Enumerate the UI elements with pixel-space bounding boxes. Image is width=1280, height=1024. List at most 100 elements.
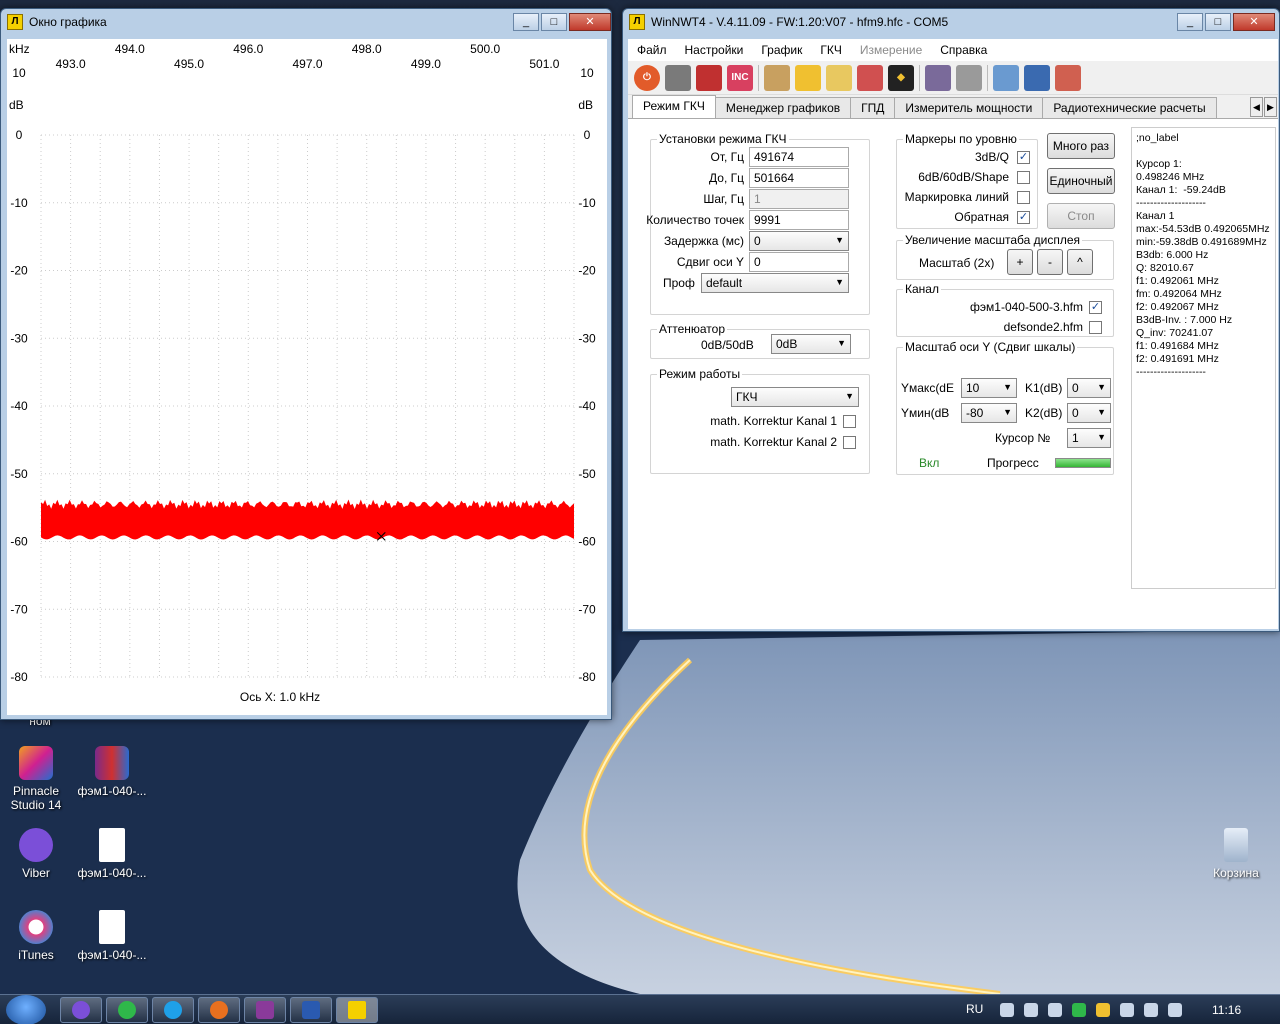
clock[interactable]: 11:16 — [1212, 1003, 1241, 1017]
save-icon[interactable] — [1024, 64, 1050, 91]
printer-red-icon[interactable] — [696, 64, 722, 91]
menu-help[interactable]: Справка — [931, 43, 996, 57]
tray-icon[interactable] — [1096, 1003, 1110, 1017]
desktop-icon-recycle-bin[interactable]: Корзина — [1196, 828, 1276, 880]
menu-measure[interactable]: Измерение — [851, 43, 931, 57]
chart-yellow-icon[interactable] — [795, 64, 821, 91]
taskbar-whatsapp[interactable] — [106, 997, 148, 1023]
single-sweep-button[interactable]: Единочный — [1047, 168, 1115, 194]
k1-combo[interactable]: 0 ▼ — [1067, 378, 1111, 398]
marker-6db-checkbox[interactable] — [1017, 171, 1030, 184]
volume-icon[interactable] — [1168, 1003, 1182, 1017]
multi-sweep-button[interactable]: Много раз — [1047, 133, 1115, 159]
tray-icon[interactable] — [1024, 1003, 1038, 1017]
winnwt-titlebar[interactable]: Л WinNWT4 - V.4.11.09 - FW:1.20:V07 - hf… — [623, 9, 1279, 35]
network-icon[interactable] — [1144, 1003, 1158, 1017]
zoom-up-button[interactable]: ^ — [1067, 249, 1093, 275]
viber-icon — [72, 1001, 90, 1019]
desktop-icon-viber[interactable]: Viber — [0, 828, 76, 880]
taskbar-viber[interactable] — [60, 997, 102, 1023]
desktop-icon-file-2[interactable]: фэм1-040-... — [72, 910, 152, 962]
open-folder-icon[interactable] — [993, 64, 1019, 91]
power-icon[interactable]: ⏻ — [634, 64, 660, 91]
from-field[interactable]: 491674 — [749, 147, 849, 167]
mode-title: Режим работы — [657, 367, 743, 381]
points-field[interactable]: 9991 — [749, 210, 849, 230]
minimize-button[interactable]: _ — [513, 13, 539, 31]
menu-settings[interactable]: Настройки — [676, 43, 753, 57]
taskbar-firefox[interactable] — [198, 997, 240, 1023]
flag-icon[interactable] — [1120, 1003, 1134, 1017]
calibrate-2-icon[interactable] — [956, 64, 982, 91]
tray-icon[interactable] — [1048, 1003, 1062, 1017]
desktop-icon-archive[interactable]: фэм1-040-... — [72, 746, 152, 798]
close-button[interactable]: ✕ — [569, 13, 611, 31]
start-button[interactable] — [6, 995, 46, 1024]
line-marking-checkbox[interactable] — [1017, 191, 1030, 204]
tab-sweep-mode[interactable]: Режим ГКЧ — [632, 95, 716, 118]
penguin-icon[interactable]: ◆ — [888, 64, 914, 91]
zoom-plus-button[interactable]: + — [1007, 249, 1033, 275]
app-icon: Л — [629, 14, 645, 30]
taskbar-winnwt[interactable] — [336, 997, 378, 1023]
desktop-icon-itunes[interactable]: iTunes — [0, 910, 76, 962]
taskbar-winrar[interactable] — [244, 997, 286, 1023]
x-tick-label-upper: 496.0 — [233, 42, 263, 56]
tab-vfo[interactable]: ГПД — [850, 97, 896, 118]
printer-icon[interactable] — [665, 64, 691, 91]
k2-combo[interactable]: 0 ▼ — [1067, 403, 1111, 423]
correction-2-checkbox[interactable] — [843, 436, 856, 449]
profile-combo[interactable]: default ▼ — [701, 273, 849, 293]
tools-icon[interactable] — [764, 64, 790, 91]
close-button[interactable]: ✕ — [1233, 13, 1275, 31]
ymin-combo[interactable]: -80 ▼ — [961, 403, 1017, 423]
to-field[interactable]: 501664 — [749, 168, 849, 188]
menu-graph[interactable]: График — [752, 43, 811, 57]
to-label: До, Гц — [709, 171, 744, 185]
x-unit-label: kHz — [9, 42, 30, 56]
desktop-icon-file-1[interactable]: фэм1-040-... — [72, 828, 152, 880]
inverse-checkbox[interactable]: ✓ — [1017, 211, 1030, 224]
cursor-combo[interactable]: 1 ▼ — [1067, 428, 1111, 448]
language-indicator[interactable]: RU — [966, 1002, 983, 1016]
zoom-minus-button[interactable]: - — [1037, 249, 1063, 275]
recycle-bin-icon — [1224, 828, 1248, 862]
itunes-icon — [19, 910, 53, 944]
graph-window-titlebar[interactable]: Л Окно графика _ □ ✕ — [1, 9, 611, 35]
inc-exp-icon[interactable]: INC — [727, 64, 753, 91]
probe-icon[interactable] — [857, 64, 883, 91]
tab-power-meter[interactable]: Измеритель мощности — [894, 97, 1044, 118]
file-icon — [99, 910, 125, 944]
yshift-field[interactable]: 0 — [749, 252, 849, 272]
tab-scroll-left[interactable]: ◀ — [1250, 97, 1263, 117]
attenuator-combo[interactable]: 0dB ▼ — [771, 334, 851, 354]
tab-rf-calculations[interactable]: Радиотехнические расчеты — [1042, 97, 1217, 118]
correction-1-checkbox[interactable] — [843, 415, 856, 428]
maximize-button[interactable]: □ — [541, 13, 567, 31]
taskbar-word[interactable] — [290, 997, 332, 1023]
minimize-button[interactable]: _ — [1177, 13, 1203, 31]
clear-icon[interactable] — [1055, 64, 1081, 91]
desktop-icon-pinnacle[interactable]: Pinnacle Studio 14 — [0, 746, 76, 812]
k1-label: K1(dB) — [1025, 381, 1063, 395]
sweep-settings-group: Установки режима ГКЧ От, Гц 491674 До, Г… — [646, 132, 870, 315]
menu-file[interactable]: Файл — [628, 43, 676, 57]
tray-icon[interactable] — [1072, 1003, 1086, 1017]
menu-sweep[interactable]: ГКЧ — [811, 43, 851, 57]
grid-yellow-icon[interactable] — [826, 64, 852, 91]
calibrate-icon[interactable] — [925, 64, 951, 91]
ymax-combo[interactable]: 10 ▼ — [961, 378, 1017, 398]
channel-1-checkbox[interactable]: ✓ — [1089, 301, 1102, 314]
mode-combo[interactable]: ГКЧ ▼ — [731, 387, 859, 407]
tab-graph-manager[interactable]: Менеджер графиков — [714, 97, 852, 118]
step-field[interactable]: 1 — [749, 189, 849, 209]
taskbar-skype[interactable] — [152, 997, 194, 1023]
delay-combo[interactable]: 0 ▼ — [749, 231, 849, 251]
tab-scroll-right[interactable]: ▶ — [1264, 97, 1277, 117]
tray-icon[interactable] — [1000, 1003, 1014, 1017]
graph-canvas[interactable]: kHz dB dB 494.0 496.0 498.0 500.0 493.0 495.0 497… — [7, 39, 607, 715]
maximize-button[interactable]: □ — [1205, 13, 1231, 31]
channel-2-checkbox[interactable] — [1089, 321, 1102, 334]
marker-3db-checkbox[interactable]: ✓ — [1017, 151, 1030, 164]
stop-button[interactable]: Стоп — [1047, 203, 1115, 229]
